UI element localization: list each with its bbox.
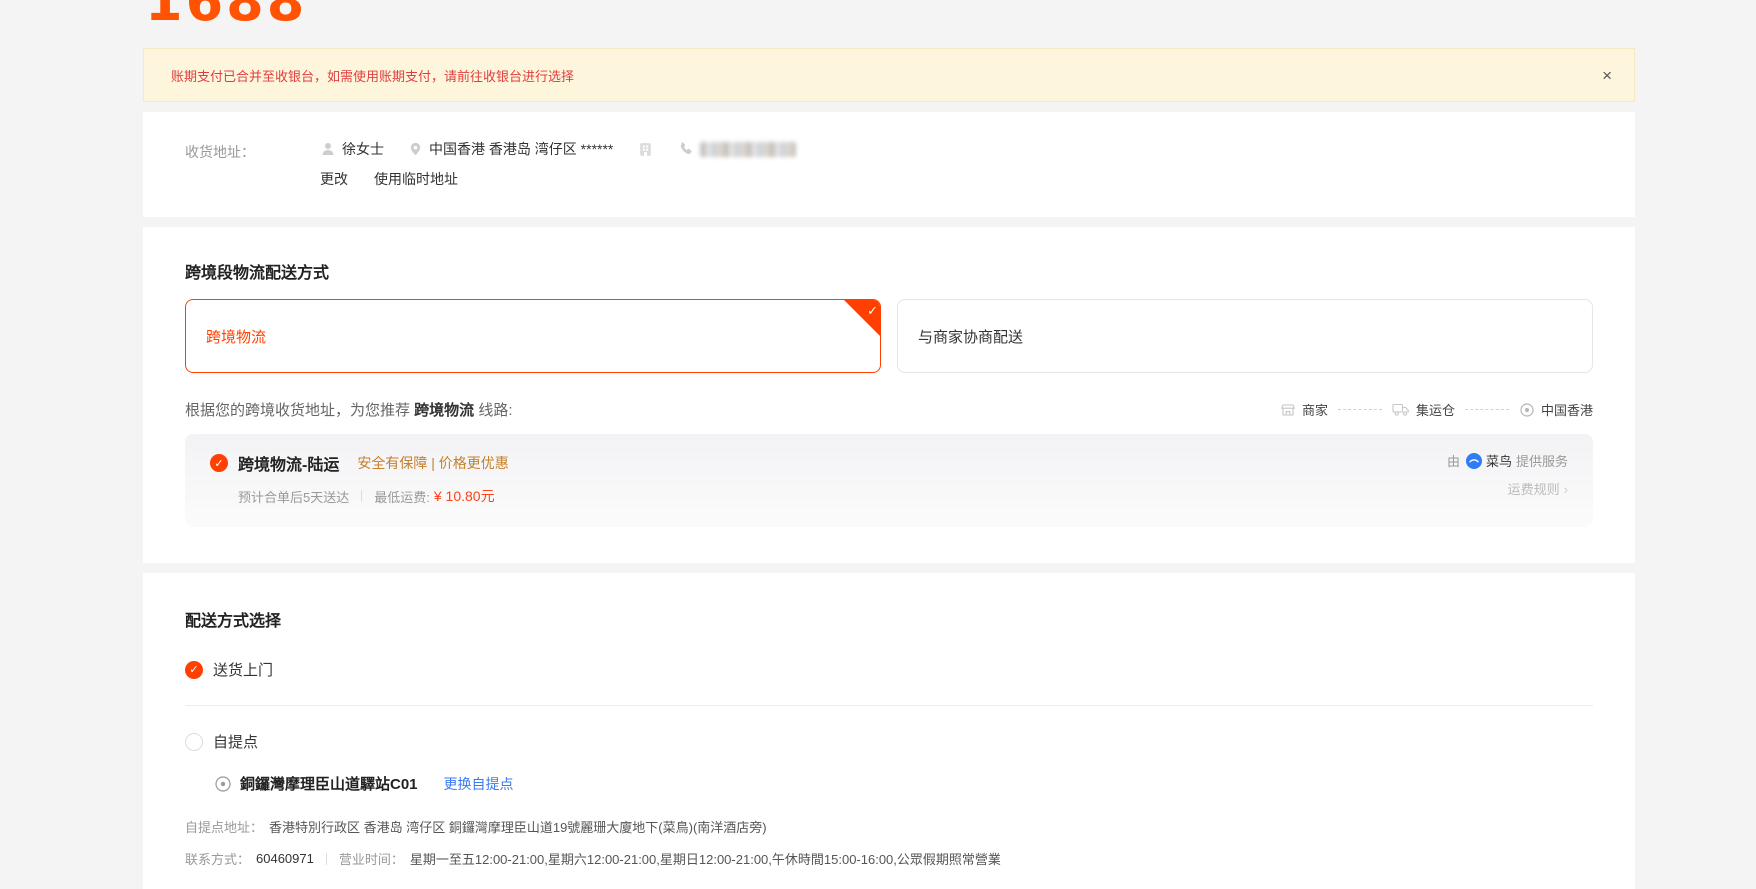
- option-pickup-point[interactable]: 自提点: [185, 731, 1593, 752]
- recommendation-text: 根据您的跨境收货地址，为您推荐 跨境物流 线路:: [185, 399, 513, 420]
- route-fee-value: ¥ 10.80元: [434, 486, 495, 506]
- cainiao-logo: [1466, 453, 1482, 469]
- option-label: 送货上门: [213, 659, 273, 680]
- truck-icon: [1392, 402, 1410, 417]
- shop-icon: [1280, 402, 1296, 418]
- close-icon[interactable]: ×: [1596, 63, 1618, 88]
- radio-selected-icon[interactable]: ✓: [185, 661, 203, 679]
- radio-unselected-icon[interactable]: [185, 733, 203, 751]
- location-pin-icon: [408, 141, 423, 157]
- temporary-address-link[interactable]: 使用临时地址: [374, 169, 458, 189]
- journey-warehouse-label: 集运仓: [1416, 400, 1455, 419]
- change-address-link[interactable]: 更改: [320, 169, 348, 189]
- address-label: 收货地址：: [185, 139, 320, 189]
- route-name: 跨境物流-陆运: [238, 451, 339, 475]
- tab-merchant-negotiated-delivery[interactable]: 与商家协商配送: [897, 299, 1593, 373]
- contact-value: 60460971: [256, 851, 314, 866]
- journey-connector: [1338, 409, 1382, 410]
- crossborder-logistics-card: 跨境段物流配送方式 跨境物流 ✓ 与商家协商配送 根据您的跨境收货地址，为您推荐…: [143, 227, 1635, 563]
- change-pickup-link[interactable]: 更换自提点: [444, 774, 514, 794]
- divider: [185, 705, 1593, 706]
- page-container: 1688 账期支付已合并至收银台，如需使用账期支付，请前往收银台进行选择 × 收…: [143, 0, 1635, 889]
- fee-rule-link[interactable]: 运费规则›: [1447, 479, 1568, 498]
- hours-value: 星期一至五12:00-21:00,星期六12:00-21:00,星期日12:00…: [410, 849, 1001, 868]
- site-header: 1688: [143, 0, 1635, 26]
- phone-icon: [678, 141, 694, 157]
- tab-label: 跨境物流: [206, 326, 266, 347]
- pin-icon: [1519, 402, 1535, 418]
- chevron-right-icon: ›: [1564, 482, 1568, 497]
- shipping-journey-indicator: 商家 集运仓 中国香港: [1280, 400, 1593, 419]
- tab-label: 与商家协商配送: [918, 326, 1023, 347]
- option-home-delivery[interactable]: ✓ 送货上门: [185, 659, 1593, 680]
- divider: [361, 490, 362, 502]
- logistics-tabs: 跨境物流 ✓ 与商家协商配送: [185, 299, 1593, 373]
- contact-label: 联系方式：: [185, 849, 250, 868]
- delivery-section-title: 配送方式选择: [185, 607, 1593, 631]
- route-selected-check-icon: ✓: [210, 454, 228, 472]
- address-content: 徐女士 中国香港 香港岛 湾仔区 ****** 更改 使用临时地址: [320, 139, 796, 189]
- logo-1688[interactable]: 1688: [145, 0, 307, 26]
- pickup-station-name: 銅鑼灣摩理臣山道驛站C01: [240, 773, 418, 794]
- station-pin-icon: [214, 775, 232, 793]
- notice-text: 账期支付已合并至收银台，如需使用账期支付，请前往收银台进行选择: [171, 66, 574, 85]
- route-fee-label: 最低运费:: [374, 487, 430, 506]
- selected-corner-checkmark-icon: ✓: [844, 300, 880, 336]
- route-info: ✓ 跨境物流-陆运 安全有保障 | 价格更优惠 预计合单后5天送达 最低运费: …: [210, 451, 509, 510]
- option-label: 自提点: [213, 731, 258, 752]
- journey-destination-label: 中国香港: [1541, 400, 1593, 419]
- route-slogan: 安全有保障 | 价格更优惠: [357, 453, 508, 473]
- journey-connector: [1465, 409, 1509, 410]
- divider: [326, 853, 327, 865]
- person-icon: [320, 141, 336, 157]
- delivery-method-card: 配送方式选择 ✓ 送货上门 自提点 銅鑼灣摩理臣山道驛站C01 更换自提点 自提…: [143, 573, 1635, 889]
- pickup-address-label: 自提点地址：: [185, 817, 263, 836]
- provider-line: 由 菜鸟 提供服务: [1447, 451, 1568, 470]
- recipient-name: 徐女士: [342, 139, 384, 159]
- hours-label: 营业时间：: [339, 849, 404, 868]
- provider-name: 菜鸟: [1486, 451, 1512, 470]
- shipping-address-card: 收货地址： 徐女士 中国香港 香港岛 湾仔区 ******: [143, 112, 1635, 217]
- phone-number-blurred: [700, 142, 796, 157]
- payment-notice-banner: 账期支付已合并至收银台，如需使用账期支付，请前往收银台进行选择 ×: [143, 48, 1635, 102]
- logistics-route-card[interactable]: ✓ 跨境物流-陆运 安全有保障 | 价格更优惠 预计合单后5天送达 最低运费: …: [185, 434, 1593, 527]
- pickup-address-value: 香港特別行政区 香港岛 湾仔区 銅鑼灣摩理臣山道19號麗珊大廈地下(菜鳥)(南洋…: [269, 817, 767, 836]
- journey-merchant-label: 商家: [1302, 400, 1328, 419]
- building-icon: [637, 141, 654, 158]
- tab-crossborder-logistics[interactable]: 跨境物流 ✓: [185, 299, 881, 373]
- route-eta: 预计合单后5天送达: [238, 487, 349, 506]
- crossborder-section-title: 跨境段物流配送方式: [185, 259, 1593, 283]
- recipient-location: 中国香港 香港岛 湾仔区 ******: [429, 139, 613, 159]
